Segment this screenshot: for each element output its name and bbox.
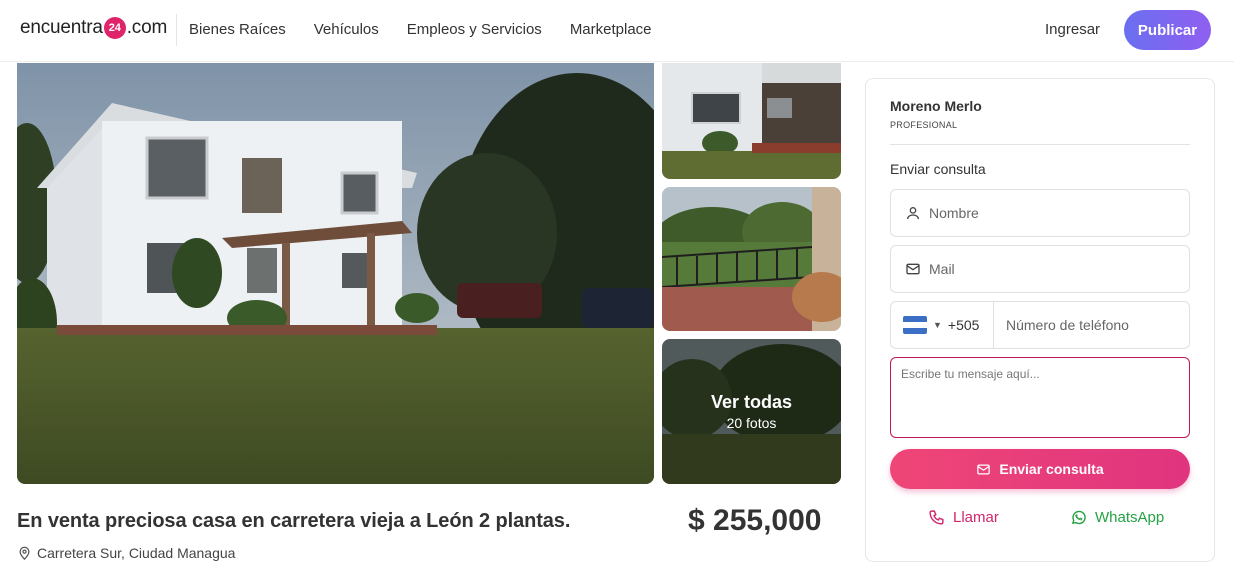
whatsapp-label: WhatsApp [1095, 509, 1165, 526]
phone-field: ▼ +505 Número de teléfono [890, 301, 1190, 349]
whatsapp-icon [1071, 510, 1086, 525]
logo-prefix: encuentra [20, 17, 103, 38]
call-button[interactable]: Llamar [928, 509, 999, 526]
thumbnail-photo-2[interactable] [662, 187, 841, 331]
message-placeholder: Escribe tu mensaje aquí... [901, 367, 1040, 381]
location-pin-icon [19, 546, 30, 560]
main-photo[interactable] [17, 63, 654, 484]
mail-placeholder: Mail [929, 261, 955, 277]
mail-field[interactable]: Mail [890, 245, 1190, 293]
main-nav: Bienes Raíces Vehículos Empleos y Servic… [189, 21, 652, 38]
header-divider [176, 14, 177, 46]
logo-suffix: .com [126, 17, 168, 38]
whatsapp-button[interactable]: WhatsApp [1070, 509, 1164, 526]
phone-input[interactable]: Número de teléfono [994, 317, 1129, 333]
phone-icon [929, 510, 944, 525]
nav-item-vehiculos[interactable]: Vehículos [314, 21, 379, 38]
phone-code: +505 [947, 317, 980, 333]
login-link[interactable]: Ingresar [1045, 21, 1100, 38]
thumbnail-photo-1[interactable] [662, 63, 841, 179]
mail-icon [977, 464, 991, 474]
site-header: encuentra 24 .com Bienes Raíces Vehículo… [0, 0, 1234, 62]
message-textarea[interactable]: Escribe tu mensaje aquí... [890, 357, 1190, 438]
view-all-photos-tile[interactable]: Ver todas 20 fotos [662, 339, 841, 484]
view-all-overlay: Ver todas 20 fotos [662, 339, 841, 484]
listing-location: Carretera Sur, Ciudad Managua [17, 545, 235, 561]
listing-price: $ 255,000 [688, 504, 822, 537]
country-code-select[interactable]: ▼ +505 [891, 302, 994, 348]
send-inquiry-button[interactable]: Enviar consulta [890, 449, 1190, 489]
name-placeholder: Nombre [929, 205, 979, 221]
send-inquiry-label: Enviar consulta [999, 461, 1104, 477]
site-logo[interactable]: encuentra 24 .com [20, 17, 167, 39]
seller-type: PROFESIONAL [890, 120, 958, 130]
chevron-down-icon: ▼ [933, 320, 942, 330]
name-field[interactable]: Nombre [890, 189, 1190, 237]
house-photo-illustration [17, 63, 654, 484]
thumbnail-1-illustration [662, 63, 841, 179]
call-label: Llamar [953, 509, 999, 526]
contact-panel: Moreno Merlo PROFESIONAL Enviar consulta… [865, 78, 1215, 562]
thumbnail-2-illustration [662, 187, 841, 331]
logo-badge: 24 [103, 17, 126, 39]
nicaragua-flag-icon [903, 316, 927, 334]
contact-heading: Enviar consulta [890, 161, 986, 177]
nav-item-empleos-servicios[interactable]: Empleos y Servicios [407, 21, 542, 38]
seller-name[interactable]: Moreno Merlo [890, 98, 982, 114]
panel-divider [890, 144, 1190, 145]
listing-title: En venta preciosa casa en carretera viej… [17, 510, 571, 532]
mail-icon [905, 261, 921, 277]
nav-item-bienes-raices[interactable]: Bienes Raíces [189, 21, 286, 38]
nav-item-marketplace[interactable]: Marketplace [570, 21, 652, 38]
location-text: Carretera Sur, Ciudad Managua [37, 545, 236, 561]
view-all-label: Ver todas [710, 392, 793, 412]
photo-count-label: 20 fotos [726, 415, 777, 431]
user-icon [905, 205, 921, 221]
publish-button[interactable]: Publicar [1124, 10, 1211, 50]
